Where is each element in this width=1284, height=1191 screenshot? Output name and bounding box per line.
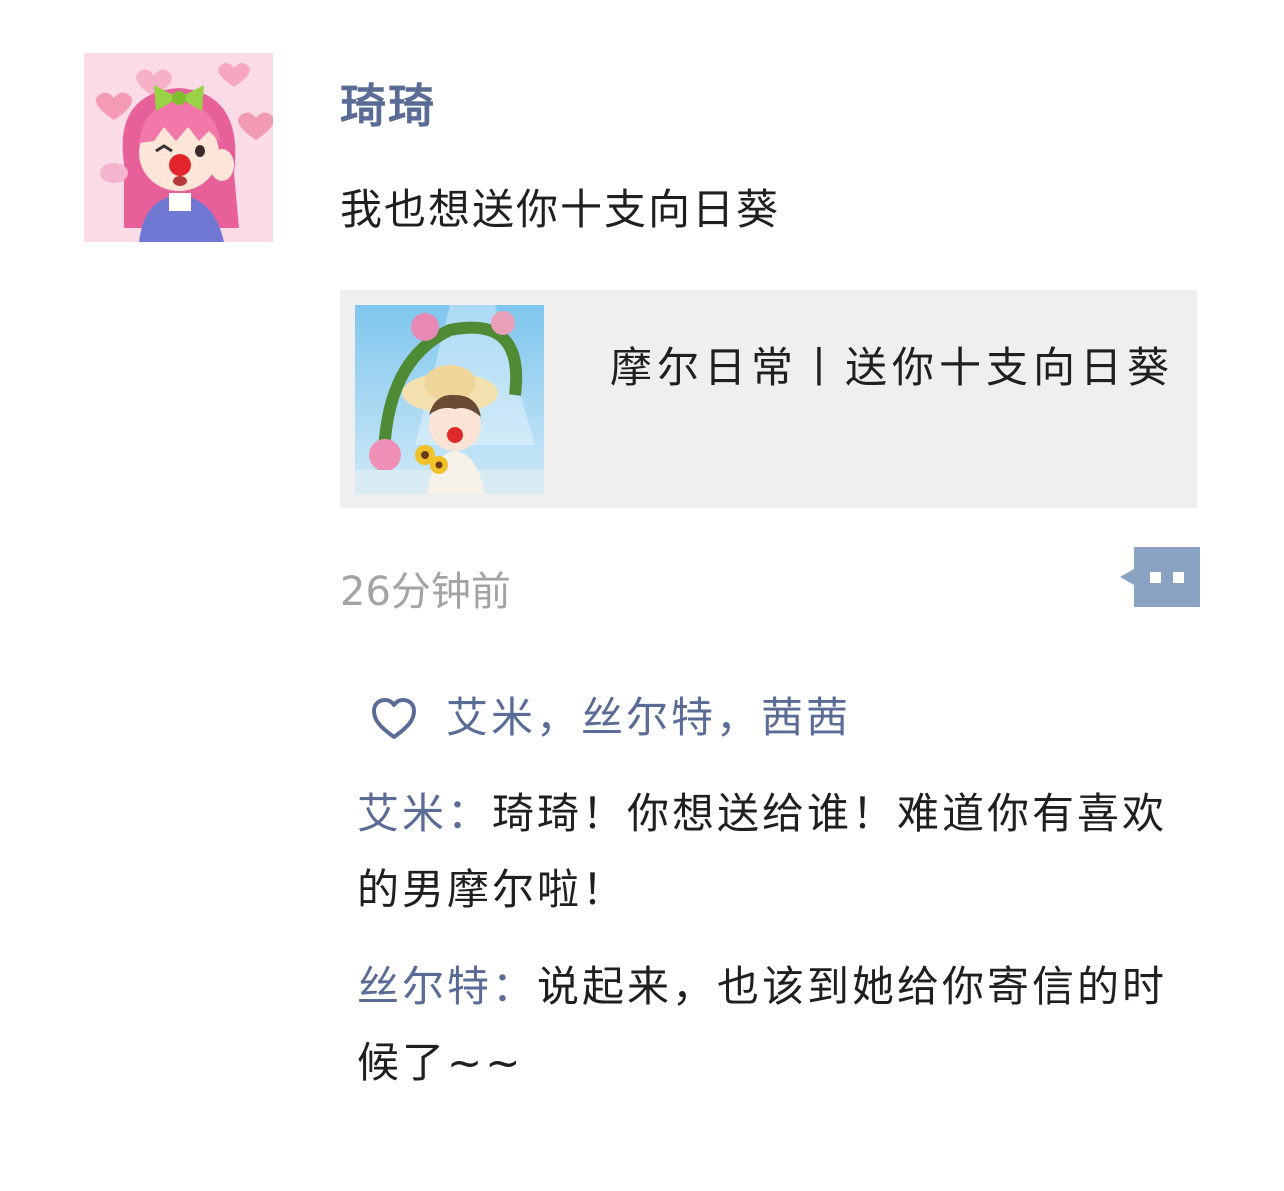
post-timestamp: 26分钟前 xyxy=(340,569,511,615)
post-text: 我也想送你十支向日葵 xyxy=(340,185,781,234)
comment-item[interactable]: 丝尔特：说起来，也该到她给你寄信的时候了~~ xyxy=(357,949,1187,1101)
comment-author[interactable]: 丝尔特： xyxy=(357,962,537,1011)
comment-more-button[interactable] xyxy=(1120,547,1200,607)
shared-link-card[interactable]: 摩尔日常丨送你十支向日葵 xyxy=(340,290,1197,508)
comment-author[interactable]: 艾米： xyxy=(357,789,492,838)
post-author-name[interactable]: 琦琦 xyxy=(340,76,436,136)
likes-row: 艾米，丝尔特，茜茜 xyxy=(370,688,851,748)
shared-link-title: 摩尔日常丨送你十支向日葵 xyxy=(610,343,1175,392)
shared-link-thumbnail xyxy=(355,305,544,494)
comment-more-icon xyxy=(1120,547,1200,607)
sunflower-mole-thumbnail-icon xyxy=(355,305,544,494)
liker-names[interactable]: 艾米，丝尔特，茜茜 xyxy=(446,688,851,748)
pink-haired-clown-avatar-icon xyxy=(84,53,273,242)
heart-icon xyxy=(370,696,418,740)
author-avatar[interactable] xyxy=(84,53,273,242)
comment-item[interactable]: 艾米：琦琦！你想送给谁！难道你有喜欢的男摩尔啦！ xyxy=(357,776,1187,928)
